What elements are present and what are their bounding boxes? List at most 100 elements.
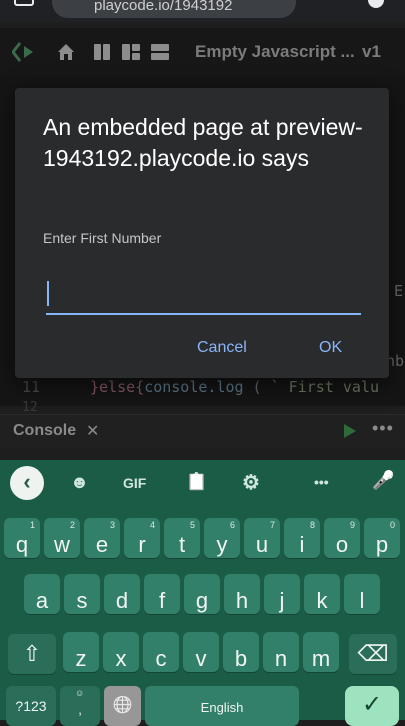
sticker-icon[interactable]: ☻: [70, 472, 89, 493]
key-label: b: [234, 646, 248, 671]
key-b[interactable]: b: [223, 632, 259, 672]
playcode-logo-icon[interactable]: [12, 40, 40, 64]
key-d[interactable]: d: [104, 574, 140, 614]
console-tab[interactable]: Console: [13, 422, 76, 440]
key-label: u: [255, 532, 269, 557]
shift-key[interactable]: ⇧: [8, 634, 56, 674]
key-k[interactable]: k: [304, 574, 340, 614]
settings-icon[interactable]: ⚙: [242, 470, 260, 495]
key-h[interactable]: h: [224, 574, 260, 614]
key-label: h: [235, 588, 249, 613]
key-label: n: [274, 646, 288, 671]
mic-icon[interactable]: 🎤: [372, 470, 394, 491]
code-fragment: E: [394, 282, 404, 300]
key-label: s: [76, 588, 88, 613]
key-w[interactable]: 2w: [44, 518, 80, 558]
project-title[interactable]: Empty Javascript ...: [195, 42, 355, 62]
key-q[interactable]: 1q: [4, 518, 40, 558]
key-label: e: [95, 532, 109, 557]
key-hint: 9: [349, 520, 355, 530]
key-hint: 6: [229, 520, 235, 530]
code-keyword: }else{: [90, 378, 145, 396]
key-label: t: [178, 532, 186, 557]
key-hint: 4: [149, 520, 155, 530]
key-label: c: [155, 646, 167, 671]
version-label[interactable]: v1: [362, 42, 381, 62]
key-a[interactable]: a: [24, 574, 60, 614]
key-i[interactable]: 8i: [284, 518, 320, 558]
key-label: a: [35, 588, 49, 613]
key-label: g: [195, 588, 209, 613]
space-label: English: [200, 700, 244, 715]
key-label: f: [158, 588, 166, 613]
more-icon[interactable]: •••: [314, 474, 329, 490]
key-m[interactable]: m: [303, 632, 339, 672]
key-label: k: [316, 588, 328, 613]
key-v[interactable]: v: [183, 632, 219, 672]
key-label: z: [75, 646, 87, 671]
key-j[interactable]: j: [264, 574, 300, 614]
key-hint: 7: [269, 520, 275, 530]
more-icon[interactable]: •••: [372, 418, 394, 439]
key-label: j: [279, 588, 285, 613]
key-hint: 8: [309, 520, 315, 530]
emoji-comma-key[interactable]: ☺,: [60, 686, 100, 726]
gif-button[interactable]: GIF: [123, 475, 146, 491]
key-n[interactable]: n: [263, 632, 299, 672]
globe-icon[interactable]: 🌐: [104, 686, 141, 726]
key-label: m: [311, 646, 331, 671]
text-caret: [47, 281, 49, 306]
key-label: i: [299, 532, 305, 557]
back-icon[interactable]: ‹: [10, 466, 44, 500]
key-label: x: [115, 646, 127, 671]
key-label: o: [335, 532, 349, 557]
number-input[interactable]: [46, 275, 361, 315]
enter-key[interactable]: ✓: [345, 686, 399, 726]
code-string: ` First valu: [270, 378, 379, 396]
key-y[interactable]: 6y: [204, 518, 240, 558]
layout-grid-icon[interactable]: [121, 43, 141, 61]
key-f[interactable]: f: [144, 574, 180, 614]
tabs-icon[interactable]: [14, 0, 34, 6]
run-icon[interactable]: [344, 424, 356, 438]
key-c[interactable]: c: [143, 632, 179, 672]
key-label: d: [115, 588, 129, 613]
key-hint: 5: [189, 520, 195, 530]
code-function: console.log: [144, 378, 244, 396]
key-p[interactable]: 0p: [364, 518, 400, 558]
clipboard-icon[interactable]: 📋: [186, 472, 207, 492]
console-close-icon[interactable]: ✕: [86, 421, 99, 441]
code-line: }else{console.log ( ` First valu: [90, 378, 379, 396]
code-paren: (: [243, 378, 262, 396]
key-l[interactable]: l: [344, 574, 380, 614]
home-icon[interactable]: [56, 42, 76, 62]
key-o[interactable]: 9o: [324, 518, 360, 558]
layout-split-icon[interactable]: [93, 43, 111, 61]
space-key[interactable]: English: [145, 686, 299, 726]
line-number: 11: [22, 378, 41, 396]
key-label: q: [15, 532, 29, 557]
key-s[interactable]: s: [64, 574, 100, 614]
dialog-message: Enter First Number: [43, 230, 162, 246]
key-hint: 3: [109, 520, 115, 530]
key-t[interactable]: 5t: [164, 518, 200, 558]
cancel-button[interactable]: Cancel: [197, 339, 247, 357]
key-e[interactable]: 3e: [84, 518, 120, 558]
layout-rows-icon[interactable]: [150, 43, 170, 61]
key-label: w: [54, 532, 70, 557]
key-label: l: [359, 588, 365, 613]
key-x[interactable]: x: [103, 632, 139, 672]
url-text: playcode.io/1943192: [94, 0, 233, 14]
key-hint: 1: [29, 520, 35, 530]
symbols-key[interactable]: ?123: [6, 686, 56, 726]
key-z[interactable]: z: [63, 632, 99, 672]
key-u[interactable]: 7u: [244, 518, 280, 558]
key-r[interactable]: 4r: [124, 518, 160, 558]
key-label: r: [138, 532, 146, 557]
key-label: p: [375, 532, 389, 557]
backspace-key[interactable]: ⌫: [349, 634, 397, 674]
ok-button[interactable]: OK: [319, 339, 342, 357]
url-bar[interactable]: playcode.io/1943192: [52, 0, 296, 18]
key-label: v: [195, 646, 207, 671]
key-g[interactable]: g: [184, 574, 220, 614]
